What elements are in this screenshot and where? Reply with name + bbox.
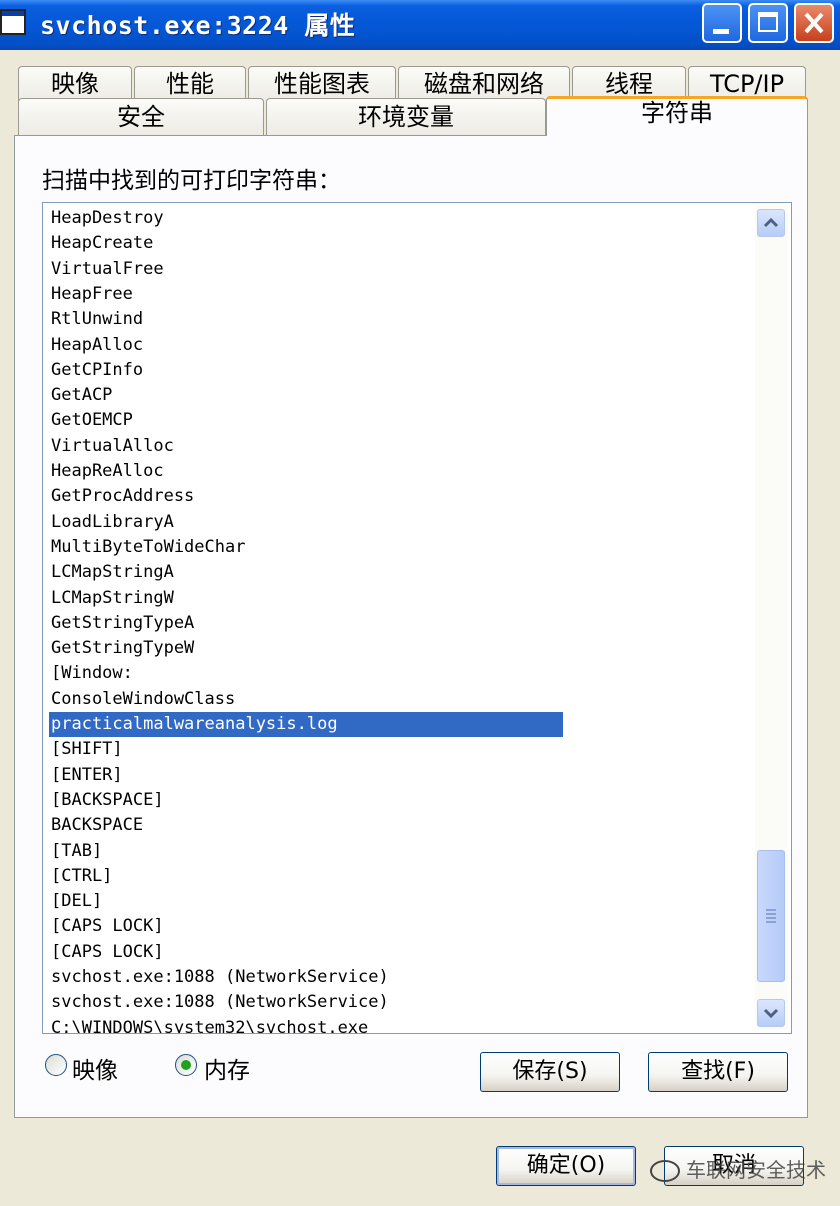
list-item[interactable]: [CAPS LOCK]: [49, 940, 164, 965]
radio-memory-label[interactable]: 内存: [204, 1051, 250, 1085]
chevron-up-icon: [763, 217, 779, 228]
list-item[interactable]: [TAB]: [49, 839, 102, 864]
list-item[interactable]: [CTRL]: [49, 864, 112, 889]
window-app-icon[interactable]: [0, 9, 26, 35]
list-item[interactable]: HeapFree: [49, 282, 133, 307]
close-button[interactable]: [794, 3, 834, 43]
wechat-icon: [650, 1160, 680, 1182]
list-item[interactable]: MultiByteToWideChar: [49, 535, 245, 560]
watermark-text: 车联网安全技术: [686, 1158, 826, 1182]
minimize-icon: [713, 29, 729, 34]
list-item[interactable]: GetProcAddress: [49, 484, 194, 509]
list-item[interactable]: GetCPInfo: [49, 358, 143, 383]
chevron-down-icon: [763, 1008, 779, 1019]
tab-security[interactable]: 安全: [18, 98, 264, 136]
close-icon: [804, 12, 824, 34]
tab-performance[interactable]: 性能: [134, 66, 246, 102]
tab-strings[interactable]: 字符串: [546, 96, 808, 136]
strings-listbox[interactable]: HeapDestroy HeapCreate VirtualFree HeapFree…: [42, 202, 792, 1034]
list-item[interactable]: [ENTER]: [49, 763, 123, 788]
scroll-down-button[interactable]: [757, 999, 785, 1027]
list-item[interactable]: LCMapStringA: [49, 560, 174, 585]
ok-button[interactable]: 确定(O): [496, 1146, 636, 1186]
tab-environment[interactable]: 环境变量: [266, 98, 546, 136]
list-item[interactable]: [BACKSPACE]: [49, 788, 164, 813]
list-item[interactable]: HeapAlloc: [49, 333, 143, 358]
list-item[interactable]: RtlUnwind: [49, 307, 143, 332]
list-item[interactable]: ConsoleWindowClass: [49, 687, 235, 712]
list-item[interactable]: svchost.exe:1088 (NetworkService): [49, 965, 389, 990]
list-item[interactable]: svchost.exe:1088 (NetworkService): [49, 990, 389, 1015]
radio-selected-dot: [181, 1060, 191, 1070]
list-item[interactable]: [DEL]: [49, 889, 102, 914]
list-item[interactable]: LoadLibraryA: [49, 510, 174, 535]
scroll-up-button[interactable]: [757, 209, 785, 237]
save-button[interactable]: 保存(S): [480, 1052, 620, 1092]
tab-performance-graph[interactable]: 性能图表: [248, 66, 396, 102]
maximize-icon: [758, 12, 778, 32]
list-item[interactable]: VirtualFree: [49, 257, 164, 282]
radio-memory[interactable]: [175, 1054, 197, 1076]
list-item[interactable]: GetACP: [49, 383, 112, 408]
tab-disk-network[interactable]: 磁盘和网络: [398, 66, 570, 102]
list-item[interactable]: BACKSPACE: [49, 813, 143, 838]
list-item[interactable]: HeapDestroy: [49, 206, 164, 231]
list-item[interactable]: LCMapStringW: [49, 586, 174, 611]
grip-icon: [766, 909, 776, 923]
list-item[interactable]: [SHIFT]: [49, 737, 123, 762]
list-item[interactable]: [Window:: [49, 661, 133, 686]
radio-image-label[interactable]: 映像: [72, 1051, 118, 1085]
list-item[interactable]: HeapReAlloc: [49, 459, 164, 484]
strings-found-label: 扫描中找到的可打印字符串：: [42, 168, 341, 194]
list-item[interactable]: GetStringTypeW: [49, 636, 194, 661]
title-bar[interactable]: svchost.exe:3224 属性: [0, 0, 840, 50]
list-item[interactable]: GetStringTypeA: [49, 611, 194, 636]
find-button[interactable]: 查找(F): [648, 1052, 788, 1092]
window-title: svchost.exe:3224 属性: [40, 11, 356, 40]
scrollbar-thumb[interactable]: [757, 850, 785, 982]
tab-image[interactable]: 映像: [18, 66, 132, 102]
radio-image[interactable]: [45, 1054, 67, 1076]
list-item[interactable]: VirtualAlloc: [49, 434, 174, 459]
list-item[interactable]: practicalmalwareanalysis.log: [49, 712, 563, 737]
list-item[interactable]: [CAPS LOCK]: [49, 914, 164, 939]
minimize-button[interactable]: [702, 3, 742, 43]
list-item[interactable]: C:\WINDOWS\system32\svchost.exe: [49, 1016, 368, 1033]
list-item[interactable]: GetOEMCP: [49, 408, 133, 433]
maximize-button[interactable]: [748, 3, 788, 43]
list-item[interactable]: HeapCreate: [49, 231, 153, 256]
